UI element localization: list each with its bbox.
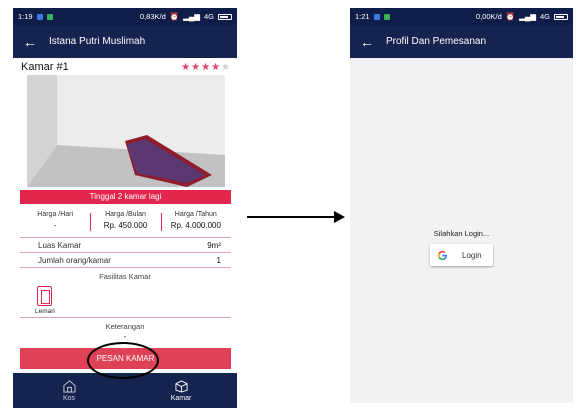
network-speed: 0,00K/d: [475, 12, 502, 21]
network-speed: 0,83K/d: [139, 12, 166, 21]
room-photo-image: [27, 75, 225, 187]
login-section: Silahkan Login... Login: [350, 229, 573, 266]
price-table: Harga /Hari - Harga /Bulan Rp. 450.000 H…: [20, 208, 231, 238]
room-photo: [27, 75, 225, 187]
status-bar: 1:21 0,00K/d ⏰ ▂▄▆ 4G: [350, 8, 573, 25]
facilities-heading: Fasilitas Kamar: [99, 272, 151, 281]
rating-stars: ★★★★★: [181, 62, 231, 73]
app-bar: ← Istana Putri Muslimah: [13, 25, 237, 58]
facility-label: Lemari: [35, 308, 55, 315]
star-icon: ★: [191, 61, 202, 73]
status-bar: 1:19 0,83K/d ⏰ ▂▄▆ 4G: [13, 8, 237, 25]
price-value: Rp. 4.000.000: [170, 221, 221, 230]
arrow-right-icon: [334, 211, 345, 223]
price-value: -: [53, 221, 57, 230]
alarm-icon: ⏰: [505, 12, 516, 21]
divider: [20, 317, 231, 318]
alarm-icon: ⏰: [169, 12, 180, 21]
detail-value: 9m²: [207, 240, 221, 250]
page-title: Profil Dan Pemesanan: [386, 36, 487, 47]
status-time: 1:21: [355, 12, 370, 21]
page-title: Istana Putri Muslimah: [49, 36, 146, 47]
app-bar: ← Profil Dan Pemesanan: [350, 25, 573, 58]
price-monthly: Harga /Bulan Rp. 450.000: [90, 208, 160, 237]
star-icon: ★: [201, 61, 212, 73]
availability-banner: Tinggal 2 kamar lagi: [20, 190, 231, 204]
highlight-ellipse: [87, 342, 159, 379]
login-prompt: Silahkan Login...: [433, 229, 490, 238]
signal-icon: ▂▄▆: [183, 12, 200, 21]
network-type: 4G: [203, 12, 214, 21]
profile-booking-screen: 1:21 0,00K/d ⏰ ▂▄▆ 4G ← Profil Dan Pemes…: [350, 8, 573, 403]
network-type: 4G: [539, 12, 550, 21]
signal-icon: ▂▄▆: [519, 12, 536, 21]
notification-icon: [36, 13, 43, 20]
price-value: Rp. 450.000: [103, 221, 148, 230]
price-label: Harga /Tahun: [174, 211, 217, 218]
login-button-label: Login: [462, 250, 482, 260]
google-icon: [437, 250, 448, 260]
battery-icon: [554, 13, 568, 20]
notes-heading: Keterangan: [105, 322, 145, 331]
price-yearly: Harga /Tahun Rp. 4.000.000: [160, 208, 231, 237]
notification-icon: [46, 13, 53, 20]
transition-arrow: [247, 216, 335, 218]
price-label: Harga /Bulan: [105, 211, 146, 218]
wardrobe-icon: [37, 286, 52, 306]
room-title: Kamar #1: [21, 61, 69, 73]
notes-value: -: [123, 332, 127, 341]
detail-row-occupancy: Jumlah orang/kamar 1: [20, 253, 231, 268]
nav-label: Kos: [62, 394, 76, 402]
price-daily: Harga /Hari -: [20, 208, 90, 237]
notification-icon: [373, 13, 380, 20]
status-time: 1:19: [18, 12, 33, 21]
facility-item: Lemari: [13, 281, 237, 317]
google-login-button[interactable]: Login: [430, 244, 493, 266]
room-header: Kamar #1 ★★★★★: [13, 58, 237, 73]
arrow-left-icon[interactable]: ←: [23, 34, 49, 50]
arrow-left-icon[interactable]: ←: [360, 34, 386, 50]
star-icon: ★: [211, 61, 222, 73]
nav-label: Kamar: [170, 394, 192, 402]
battery-icon: [218, 13, 232, 20]
nav-item-kamar[interactable]: Kamar: [125, 373, 237, 408]
detail-label: Jumlah orang/kamar: [38, 255, 111, 265]
kos-icon: [62, 379, 76, 393]
notification-icon: [383, 13, 390, 20]
star-icon: ★: [221, 61, 231, 73]
nav-item-kos[interactable]: Kos: [13, 373, 125, 408]
price-label: Harga /Hari: [37, 211, 74, 218]
detail-value: 1: [216, 255, 221, 265]
kamar-icon: [174, 379, 188, 393]
detail-row-room-size: Luas Kamar 9m²: [20, 238, 231, 253]
star-icon: ★: [181, 61, 192, 73]
detail-label: Luas Kamar: [38, 240, 82, 250]
